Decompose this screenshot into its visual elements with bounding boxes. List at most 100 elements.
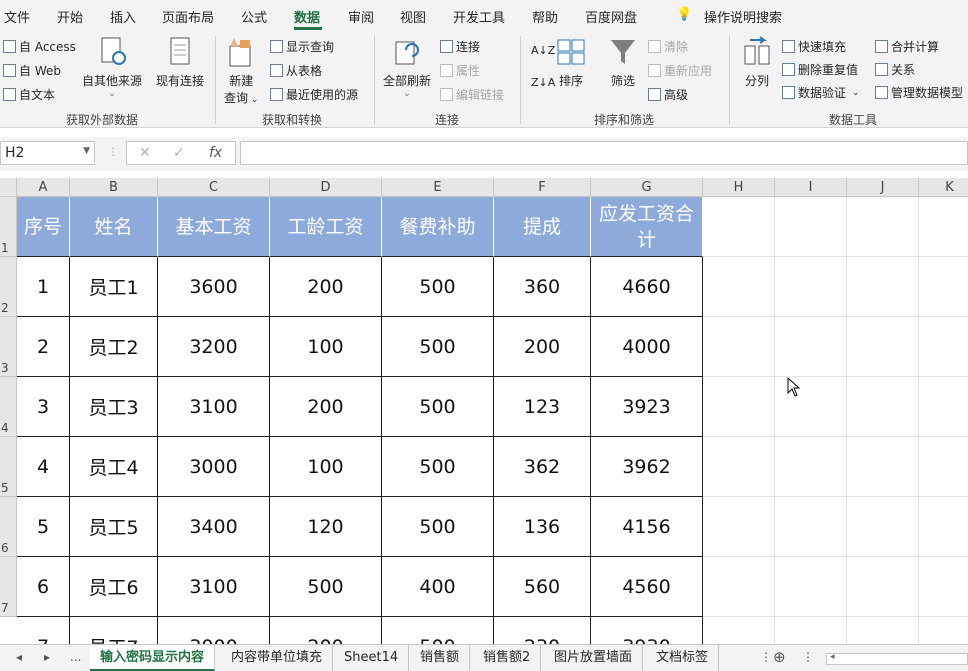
data-validation-button[interactable]: 数据验证 ⌄ xyxy=(782,84,860,101)
column-header-J[interactable]: J xyxy=(847,178,919,197)
remove-duplicates-button[interactable]: 删除重复值 xyxy=(782,61,858,78)
sheet-tab[interactable]: 销售额2 xyxy=(473,645,542,671)
table-cell[interactable]: 员工4 xyxy=(70,437,158,497)
empty-cell[interactable] xyxy=(919,377,968,437)
menu-data[interactable]: 数据 xyxy=(294,7,320,26)
insert-function-button[interactable]: fx xyxy=(209,145,222,161)
table-cell[interactable]: 员工3 xyxy=(70,377,158,437)
empty-cell[interactable] xyxy=(775,617,847,644)
table-cell[interactable]: 123 xyxy=(494,377,591,437)
next-sheet-icon[interactable]: ▸ xyxy=(44,650,50,664)
table-cell[interactable]: 3930 xyxy=(591,617,703,644)
add-sheet-icon[interactable]: ⊕ xyxy=(773,648,786,666)
tell-me-search[interactable]: 操作说明搜索 xyxy=(704,7,782,26)
column-header-A[interactable]: A xyxy=(17,178,70,197)
row-header-1[interactable]: 1 xyxy=(0,197,17,257)
select-all-corner[interactable] xyxy=(0,178,17,197)
table-cell[interactable]: 3000 xyxy=(158,617,270,644)
show-queries-button[interactable]: 显示查询 xyxy=(270,38,334,55)
empty-cell[interactable] xyxy=(775,437,847,497)
table-cell[interactable]: 5 xyxy=(17,497,70,557)
table-cell[interactable]: 1 xyxy=(17,257,70,317)
sort-ascending-button[interactable]: A↓Z xyxy=(531,44,555,57)
sheet-tab[interactable]: 内容带单位填充 xyxy=(221,645,334,671)
table-cell[interactable]: 4560 xyxy=(591,557,703,617)
table-header-cell[interactable]: 餐费补助 xyxy=(382,197,494,257)
sort-descending-button[interactable]: Z↓A xyxy=(531,76,555,89)
empty-cell[interactable] xyxy=(919,497,968,557)
menu-view[interactable]: 视图 xyxy=(400,7,426,26)
cancel-icon[interactable]: ✕ xyxy=(139,145,151,161)
enter-icon[interactable]: ✓ xyxy=(173,145,185,161)
menu-help[interactable]: 帮助 xyxy=(532,7,558,26)
manage-data-model-button[interactable]: 管理数据模型 xyxy=(875,84,963,101)
empty-cell[interactable] xyxy=(847,377,919,437)
consolidate-button[interactable]: 合并计算 xyxy=(875,38,939,55)
table-cell[interactable]: 3000 xyxy=(158,437,270,497)
empty-cell[interactable] xyxy=(703,257,775,317)
sheet-tab[interactable]: Sheet14 xyxy=(334,645,410,671)
empty-cell[interactable] xyxy=(703,497,775,557)
column-header-H[interactable]: H xyxy=(703,178,775,197)
table-cell[interactable]: 230 xyxy=(494,617,591,644)
empty-cell[interactable] xyxy=(775,557,847,617)
formula-input[interactable] xyxy=(240,141,968,165)
new-query-button[interactable]: 新建 查询 ⌄ xyxy=(224,36,258,106)
empty-cell[interactable] xyxy=(847,257,919,317)
table-cell[interactable]: 3200 xyxy=(158,317,270,377)
from-other-sources-button[interactable]: 自其他来源 ⌄ xyxy=(82,36,142,99)
empty-cell[interactable] xyxy=(847,437,919,497)
table-header-cell[interactable]: 工龄工资 xyxy=(270,197,382,257)
empty-cell[interactable] xyxy=(703,317,775,377)
sheet-tab[interactable]: 文档标签 xyxy=(646,645,720,671)
column-header-F[interactable]: F xyxy=(494,178,591,197)
edit-links-button[interactable]: 编辑链接 xyxy=(440,86,504,103)
sort-button[interactable]: 排序 xyxy=(556,36,586,89)
recent-sources-button[interactable]: 最近使用的源 xyxy=(270,86,358,103)
menu-formulas[interactable]: 公式 xyxy=(241,7,267,26)
table-cell[interactable]: 500 xyxy=(270,557,382,617)
empty-cell[interactable] xyxy=(919,197,968,257)
table-cell[interactable]: 120 xyxy=(270,497,382,557)
table-cell[interactable]: 100 xyxy=(270,437,382,497)
more-sheets-icon[interactable]: ⋮ xyxy=(760,650,772,664)
empty-cell[interactable] xyxy=(919,257,968,317)
column-header-D[interactable]: D xyxy=(270,178,382,197)
empty-cell[interactable] xyxy=(847,557,919,617)
table-cell[interactable]: 400 xyxy=(382,557,494,617)
empty-cell[interactable] xyxy=(847,497,919,557)
column-header-E[interactable]: E xyxy=(382,178,494,197)
row-header-3[interactable]: 3 xyxy=(0,317,17,377)
prev-sheet-icon[interactable]: ◂ xyxy=(16,650,22,664)
sheet-tab[interactable]: 输入密码显示内容 xyxy=(90,645,216,671)
column-header-B[interactable]: B xyxy=(70,178,158,197)
table-cell[interactable]: 4 xyxy=(17,437,70,497)
empty-cell[interactable] xyxy=(775,317,847,377)
from-web-button[interactable]: 自 Web xyxy=(3,62,61,79)
properties-button[interactable]: 属性 xyxy=(440,62,480,79)
flash-fill-button[interactable]: 快速填充 xyxy=(782,38,846,55)
sheet-tab[interactable]: 图片放置墙面 xyxy=(544,645,644,671)
empty-cell[interactable] xyxy=(919,437,968,497)
table-cell[interactable]: 4660 xyxy=(591,257,703,317)
empty-cell[interactable] xyxy=(919,317,968,377)
table-cell[interactable]: 2 xyxy=(17,317,70,377)
empty-cell[interactable] xyxy=(703,557,775,617)
text-to-columns-button[interactable]: 分列 xyxy=(742,36,772,89)
sheet-tab[interactable]: 销售额 xyxy=(410,645,471,671)
empty-cell[interactable] xyxy=(919,617,968,644)
table-cell[interactable]: 员工6 xyxy=(70,557,158,617)
table-cell[interactable]: 3962 xyxy=(591,437,703,497)
table-cell[interactable]: 362 xyxy=(494,437,591,497)
relationships-button[interactable]: 关系 xyxy=(875,61,915,78)
from-table-button[interactable]: 从表格 xyxy=(270,62,322,79)
empty-cell[interactable] xyxy=(775,497,847,557)
table-cell[interactable]: 500 xyxy=(382,617,494,644)
table-cell[interactable]: 500 xyxy=(382,257,494,317)
connections-button[interactable]: 连接 xyxy=(440,38,480,55)
empty-cell[interactable] xyxy=(775,377,847,437)
table-cell[interactable]: 7 xyxy=(17,617,70,644)
empty-cell[interactable] xyxy=(703,377,775,437)
table-cell[interactable]: 3 xyxy=(17,377,70,437)
advanced-filter-button[interactable]: 高级 xyxy=(648,86,688,103)
